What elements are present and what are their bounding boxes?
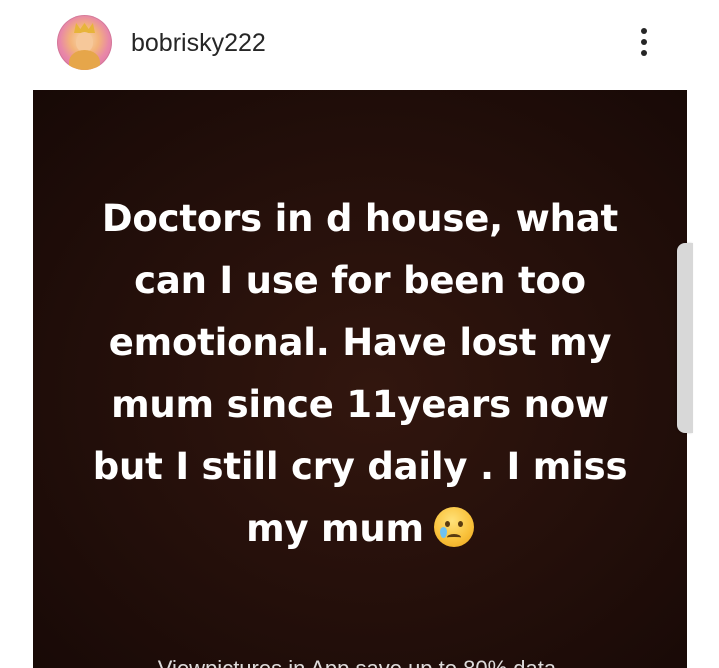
caption-line: but I still cry daily . I miss xyxy=(92,445,628,488)
menu-dot xyxy=(641,50,647,56)
avatar-dress-shape xyxy=(69,50,100,70)
post-image[interactable]: Doctors in d house, what can I use for b… xyxy=(33,90,687,668)
caption-line: mum since 11years now xyxy=(111,383,609,426)
more-options-icon[interactable] xyxy=(630,24,658,60)
avatar-face-shape xyxy=(76,32,93,52)
caption-line-last: my mum xyxy=(53,498,667,560)
post-caption-text: Doctors in d house, what can I use for b… xyxy=(53,188,667,560)
caption-line: emotional. Have lost my xyxy=(108,321,612,364)
crying-face-icon xyxy=(433,507,474,547)
emoji-eye xyxy=(457,521,463,527)
menu-dot xyxy=(641,28,647,34)
user-avatar[interactable] xyxy=(57,15,112,70)
emoji-tear xyxy=(439,527,447,538)
caption-line-text: my mum xyxy=(246,507,424,550)
username-link[interactable]: bobrisky222 xyxy=(131,28,266,58)
menu-dot xyxy=(641,39,647,45)
post-header: bobrisky222 xyxy=(0,0,719,88)
emoji-eye xyxy=(444,521,450,527)
caption-line: Doctors in d house, what xyxy=(101,197,619,240)
data-saver-watermark: Viewpictures in App save up to 80% data. xyxy=(33,656,687,668)
edge-panel-handle[interactable] xyxy=(677,243,693,433)
caption-line: can I use for been too xyxy=(134,259,586,302)
emoji-mouth xyxy=(446,534,461,541)
